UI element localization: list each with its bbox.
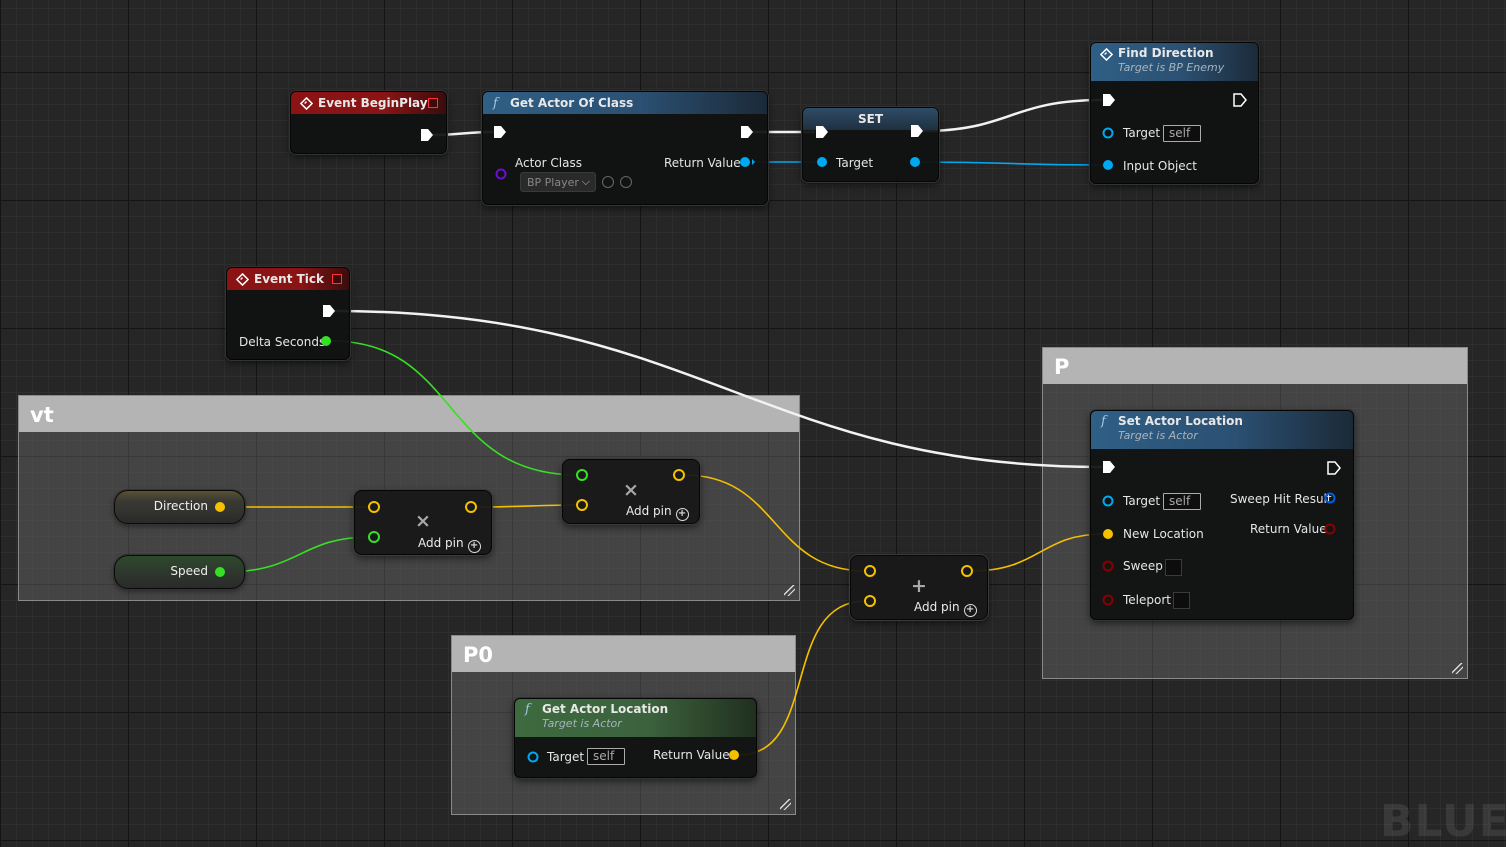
exec-pin-icon[interactable] bbox=[421, 129, 433, 141]
exec-pin-icon[interactable] bbox=[323, 305, 335, 317]
struct-pin-icon[interactable] bbox=[1324, 492, 1336, 504]
object-pin-icon[interactable] bbox=[1102, 127, 1114, 139]
vector-pin-icon[interactable] bbox=[961, 565, 973, 577]
vector-pin-icon[interactable] bbox=[864, 595, 876, 607]
watermark: BLUE bbox=[1380, 796, 1506, 847]
vector-pin-icon[interactable] bbox=[215, 502, 225, 512]
object-pin-icon[interactable] bbox=[1102, 495, 1114, 507]
float-pin-icon[interactable] bbox=[368, 531, 380, 543]
object-pin-icon[interactable] bbox=[817, 157, 827, 167]
float-pin-icon[interactable] bbox=[576, 469, 588, 481]
exec-pin-icon[interactable] bbox=[816, 126, 828, 138]
object-pin-icon[interactable] bbox=[910, 157, 920, 167]
object-pin-icon[interactable] bbox=[740, 157, 750, 167]
vector-pin-icon[interactable] bbox=[1103, 529, 1113, 539]
exec-pin-icon[interactable] bbox=[1233, 93, 1247, 107]
exec-pin-icon[interactable] bbox=[911, 125, 923, 137]
float-pin-icon[interactable] bbox=[215, 567, 225, 577]
vector-pin-icon[interactable] bbox=[864, 565, 876, 577]
bool-pin-icon[interactable] bbox=[1324, 523, 1336, 535]
bool-pin-icon[interactable] bbox=[1102, 560, 1114, 572]
vector-pin-icon[interactable] bbox=[729, 750, 739, 760]
vector-pin-icon[interactable] bbox=[673, 469, 685, 481]
vector-pin-icon[interactable] bbox=[465, 501, 477, 513]
exec-pin-icon[interactable] bbox=[1103, 94, 1115, 106]
exec-pin-icon[interactable] bbox=[1103, 461, 1115, 473]
bool-pin-icon[interactable] bbox=[1102, 594, 1114, 606]
exec-pin-icon[interactable] bbox=[741, 126, 753, 138]
object-pin-icon[interactable] bbox=[527, 751, 539, 763]
exec-pin-icon[interactable] bbox=[1327, 461, 1341, 475]
object-pin-icon[interactable] bbox=[1103, 160, 1113, 170]
float-pin-icon[interactable] bbox=[321, 336, 331, 346]
vector-pin-icon[interactable] bbox=[368, 501, 380, 513]
pin-arrow bbox=[752, 159, 755, 165]
pin-layer bbox=[215, 93, 1341, 763]
exec-pin-icon[interactable] bbox=[494, 126, 506, 138]
class-pin-icon[interactable] bbox=[495, 168, 507, 180]
vector-pin-icon[interactable] bbox=[576, 499, 588, 511]
